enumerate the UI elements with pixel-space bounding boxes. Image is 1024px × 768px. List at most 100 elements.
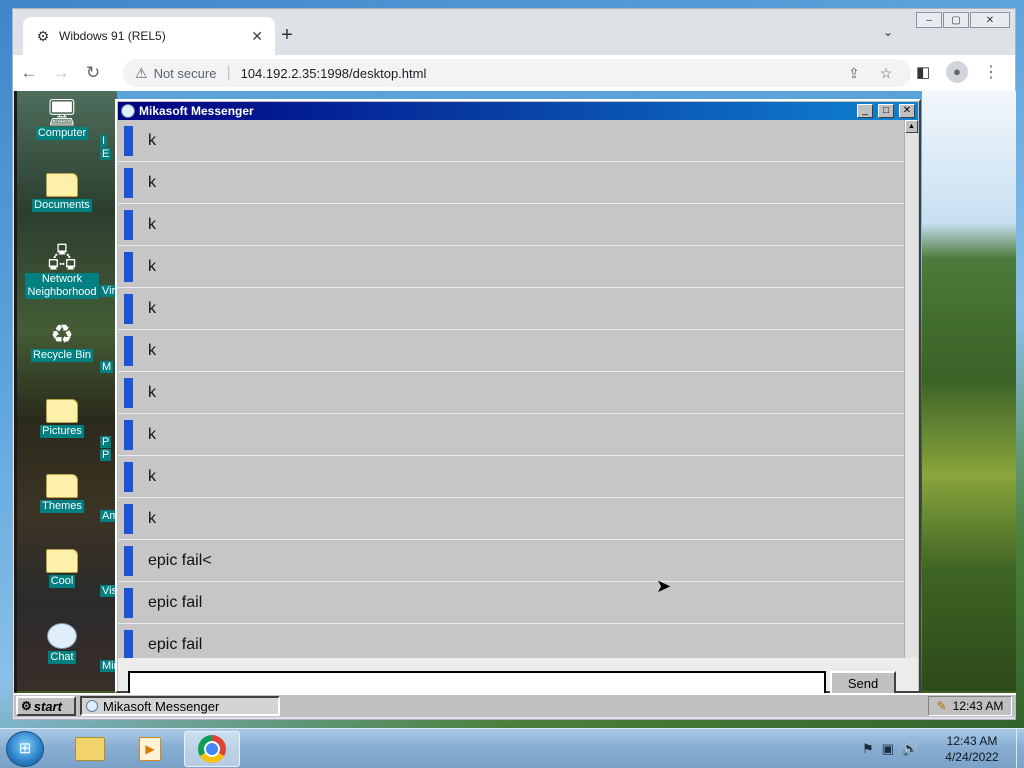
reload-icon[interactable]: ↻ — [77, 63, 109, 83]
desktop-icon-documents[interactable]: Documents — [18, 171, 106, 212]
chrome-icon — [198, 735, 226, 763]
message-row: k — [118, 288, 904, 330]
maximize-window-button[interactable]: □ — [878, 104, 894, 118]
action-center-flag-icon[interactable]: ⚑ — [862, 741, 874, 757]
clock-time: 12:43 AM — [946, 734, 998, 748]
message-row: epic fail — [118, 624, 904, 658]
taskbar-app-chrome[interactable] — [184, 731, 240, 767]
desktop-icon-label: Themes — [40, 500, 84, 513]
close-button[interactable]: ✕ — [970, 12, 1010, 28]
message-scrollbar[interactable]: ▲ — [904, 120, 918, 658]
tray-pencil-icon[interactable]: ✎ — [937, 699, 947, 713]
windows-start-orb-icon[interactable]: ⊞ — [6, 731, 44, 767]
desktop-icon-cool[interactable]: Cool — [18, 547, 106, 588]
browser-window: ⚙ Wibdows 91 (REL5) ✕ + ⌄ – ▢ ✕ ← → ↻ ⚠ … — [12, 8, 1016, 720]
message-text: epic fail — [148, 636, 203, 653]
mouse-cursor-icon: ➤ — [656, 576, 672, 596]
messenger-bubble-icon — [86, 700, 98, 712]
window-title: Mikasoft Messenger — [139, 104, 254, 118]
message-text: k — [148, 426, 156, 443]
scroll-up-arrow-icon[interactable]: ▲ — [905, 120, 918, 133]
desktop-icon-label: Documents — [32, 199, 92, 212]
side-panel-icon[interactable]: ◧ — [916, 63, 930, 81]
tab-search-icon[interactable]: ⌄ — [883, 25, 893, 39]
message-marker — [124, 294, 133, 324]
message-input[interactable] — [128, 671, 826, 695]
message-text: k — [148, 174, 156, 191]
network-icon: 🖧 — [47, 243, 77, 273]
address-bar[interactable]: ⚠ Not secure | 104.192.2.35:1998/desktop… — [123, 59, 911, 87]
window-titlebar[interactable]: Mikasoft Messenger _ □ ✕ — [118, 102, 918, 120]
url-text[interactable]: 104.192.2.35:1998/desktop.html — [241, 66, 835, 81]
security-status: Not secure — [153, 65, 217, 81]
message-marker — [124, 588, 133, 618]
desktop-icon-label: Recycle Bin — [30, 349, 94, 362]
message-marker — [124, 168, 133, 198]
desktop-icon-label: Chat — [48, 651, 76, 664]
desktop-icon-network[interactable]: 🖧 Network Neighborhood — [18, 243, 106, 299]
message-list[interactable]: k k k k k k k k k k epic fail< epic fail epic fail — [118, 120, 904, 658]
send-button[interactable]: Send — [830, 671, 896, 695]
forward-arrow-icon[interactable]: → — [45, 63, 77, 83]
message-text: k — [148, 132, 156, 149]
message-text: epic fail — [148, 594, 203, 611]
file-explorer-icon — [75, 737, 105, 761]
new-tab-button[interactable]: + — [275, 24, 299, 47]
minimize-button[interactable]: – — [916, 12, 942, 28]
message-row: k — [118, 372, 904, 414]
taskbar-app-media-player[interactable]: ▶ — [122, 731, 178, 767]
folder-icon — [46, 399, 78, 423]
messenger-window: Mikasoft Messenger _ □ ✕ k k k k k k k k k k epic … — [115, 99, 921, 695]
maximize-button[interactable]: ▢ — [943, 12, 969, 28]
message-marker — [124, 210, 133, 240]
desktop-icon-peek: P — [100, 449, 112, 461]
close-tab-icon[interactable]: ✕ — [251, 28, 263, 45]
message-row: k — [118, 204, 904, 246]
omnibox-divider: | — [226, 64, 231, 81]
taskbar-item-messenger[interactable]: Mikasoft Messenger — [80, 696, 280, 716]
desktop-icon-peek: M — [100, 361, 114, 373]
message-row: k — [118, 330, 904, 372]
tab-strip: ⚙ Wibdows 91 (REL5) ✕ + ⌄ – ▢ ✕ — [13, 9, 1015, 55]
desktop-wallpaper — [922, 91, 1016, 691]
os-clock[interactable]: 12:43 AM 4/24/2022 — [932, 733, 1012, 765]
message-row: k — [118, 162, 904, 204]
message-row: epic fail — [118, 582, 904, 624]
share-icon[interactable]: ⇪ — [841, 65, 867, 82]
w93-taskbar: ⚙ start Mikasoft Messenger ✎ 12:43 AM — [14, 693, 1016, 717]
desktop-icon-computer[interactable]: 🖥 Computer — [18, 97, 106, 140]
desktop-icon-chat[interactable]: Chat — [18, 621, 106, 664]
desktop-icon-themes[interactable]: Themes — [18, 472, 106, 513]
start-logo-icon: ⚙ — [21, 699, 32, 713]
message-row: k — [118, 498, 904, 540]
gear-icon: ⚙ — [36, 27, 50, 44]
tab-wibdows-91[interactable]: ⚙ Wibdows 91 (REL5) ✕ — [23, 17, 275, 55]
network-status-icon[interactable]: ▣ — [882, 741, 894, 757]
message-row: k — [118, 246, 904, 288]
minimize-window-button[interactable]: _ — [857, 104, 873, 118]
close-window-button[interactable]: ✕ — [899, 104, 915, 118]
desktop-icon-label: Pictures — [40, 425, 84, 438]
tray-clock: 12:43 AM — [952, 699, 1004, 713]
taskbar-app-explorer[interactable] — [62, 731, 118, 767]
back-arrow-icon[interactable]: ← — [13, 63, 45, 83]
show-desktop-button[interactable] — [1016, 729, 1024, 768]
desktop-icon-recycle-bin[interactable]: ♻ Recycle Bin — [18, 319, 106, 362]
desktop-icon-peek: P — [100, 436, 112, 448]
message-marker — [124, 378, 133, 408]
profile-avatar-icon[interactable]: ● — [946, 61, 968, 83]
desktop-icon-pictures[interactable]: Pictures — [18, 397, 106, 438]
message-marker — [124, 504, 133, 534]
start-button[interactable]: ⚙ start — [16, 696, 76, 716]
desktop-icon-label: Network Neighborhood — [25, 273, 99, 299]
bookmark-star-icon[interactable]: ☆ — [873, 65, 899, 82]
documents-icon — [46, 173, 78, 197]
start-label: start — [33, 698, 62, 714]
notification-area: ⚑ ▣ 🔊 — [862, 741, 918, 757]
kebab-menu-icon[interactable]: ⋮ — [983, 62, 999, 82]
tab-title: Wibdows 91 (REL5) — [59, 29, 166, 43]
message-marker — [124, 630, 133, 658]
computer-icon: 🖥 — [45, 97, 79, 127]
volume-icon[interactable]: 🔊 — [902, 741, 918, 757]
message-text: k — [148, 216, 156, 233]
